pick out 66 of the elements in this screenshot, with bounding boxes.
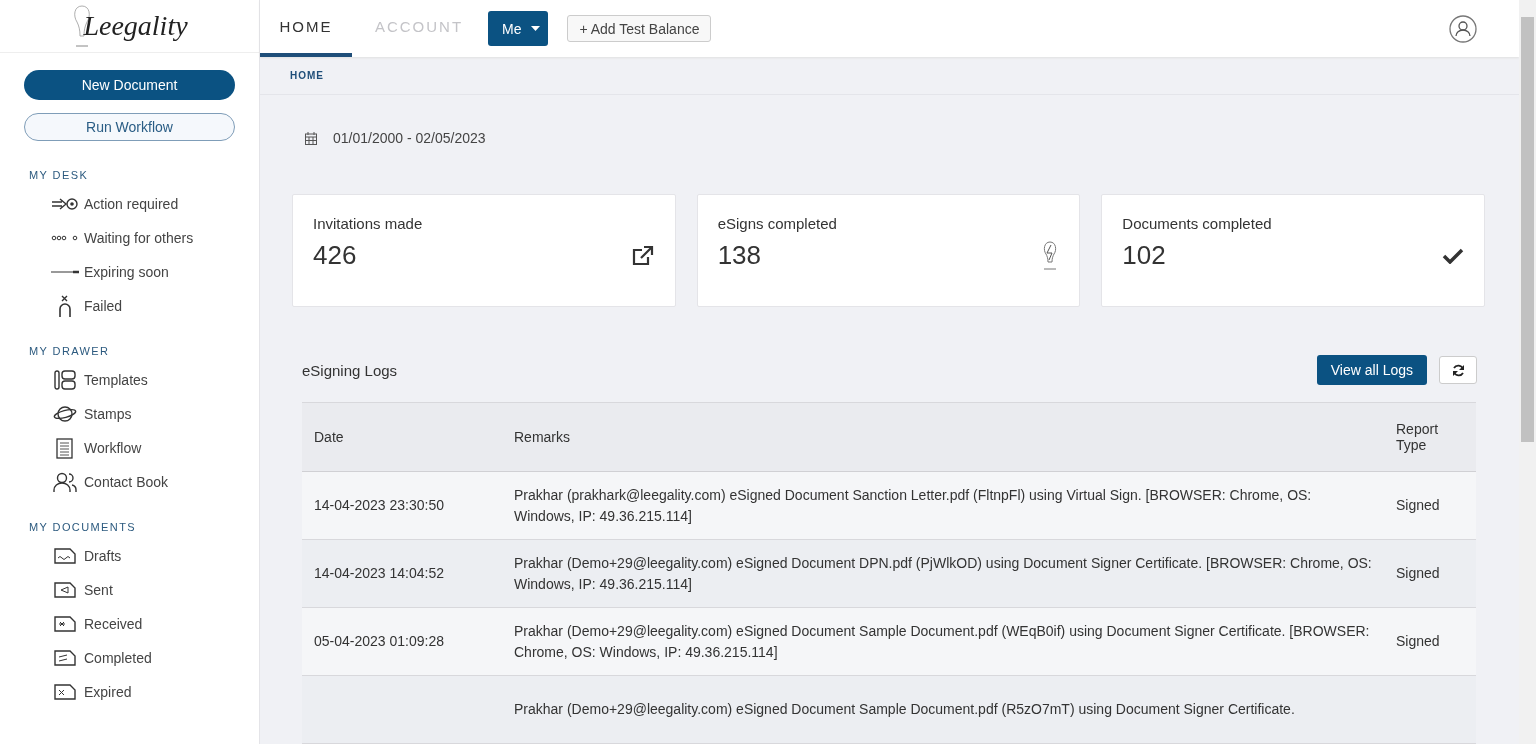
section-title: eSigning Logs [302,361,398,379]
breadcrumb[interactable]: HOME [290,70,324,81]
table-cell: Prakhar (Demo+29@leegality.com) eSigned Document DPN.pdf (PjWlkOD) using Document Signer Certificate. [BROWSER: Chrome, OS: Windows, IP: 49.36.215.114] [514,554,1372,592]
sidebar-item[interactable]: Workflow [0,431,259,465]
sidebar-item[interactable]: Sent [0,573,259,607]
view-all-logs-button[interactable]: View all Logs [1316,355,1427,385]
section-heading: MY DOCUMENTS [28,520,138,535]
cross-person-icon [58,295,72,317]
line-icon [51,270,79,274]
completed-icon [54,650,76,666]
sidebar-item[interactable]: Expiring soon [0,255,259,289]
sidebar-item[interactable]: Action required [0,187,259,221]
stat-label: Documents completed [1122,215,1273,232]
table-cell: 14-04-2023 14:04:52 [314,565,444,581]
sidebar-item[interactable]: Completed [0,641,259,675]
sidebar-item[interactable]: Waiting for others [0,221,259,255]
layout-icon [54,370,76,390]
sent-icon [54,582,76,598]
received-icon [54,616,76,632]
table-cell: 05-04-2023 01:09:28 [314,633,444,649]
check-icon [1442,247,1464,264]
user-menu-button[interactable]: Me [488,11,549,46]
sidebar-item[interactable]: Expired [0,675,259,709]
drafts-icon [54,548,76,564]
sidebar-item[interactable]: Templates [0,363,259,397]
column-header: Report Type [1396,421,1439,453]
globe-icon [53,405,77,423]
external-link-icon [630,244,655,267]
refresh-icon [1451,363,1465,377]
table-cell: Signed [1396,497,1440,513]
document-icon [56,437,74,459]
new-document-button[interactable]: New Document [24,70,235,100]
run-workflow-button[interactable]: Run Workflow [24,113,235,141]
table-cell: Signed [1396,565,1440,581]
scrollbar[interactable] [1519,0,1536,744]
calendar-icon [305,131,317,145]
add-test-balance-button[interactable]: + Add Test Balance [567,15,712,42]
sidebar-item[interactable]: Drafts [0,539,259,573]
sidebar-item[interactable]: Stamps [0,397,259,431]
caret-icon [531,26,541,31]
sidebar-item[interactable]: Contact Book [0,465,259,499]
column-header: Date [314,429,344,445]
date-range[interactable]: 01/01/2000 - 02/05/2023 [333,130,486,146]
arrow-target-icon [51,197,79,211]
stat-value: 102 [1122,240,1166,271]
column-header: Remarks [514,429,570,445]
section-heading: MY DRAWER [28,344,111,359]
table-cell: 14-04-2023 23:30:50 [314,497,444,513]
table-cell: Prakhar (Demo+29@leegality.com) eSigned Document Sample Document.pdf (R5zO7mT) using Document Signer Certificate. [514,701,1295,717]
sidebar-item[interactable]: Received [0,607,259,641]
user-avatar-icon[interactable] [1449,14,1477,43]
refresh-button[interactable] [1439,356,1477,384]
stat-label: eSigns completed [717,215,838,232]
stat-value: 426 [313,240,357,271]
stat-label: Invitations made [313,215,424,232]
table-cell: Prakhar (Demo+29@leegality.com) eSigned Document Sample Document.pdf (WEqB0if) using Document Signer Certificate. [BROWSER: Chrome, OS: Windows, IP: 49.36.215.114] [514,622,1370,660]
people-icon [53,472,77,492]
section-heading: MY DESK [28,168,90,183]
dots-icon [51,235,79,241]
expired-icon [54,684,76,700]
table-cell: Prakhar (prakhark@leegality.com) eSigned Document Sanction Letter.pdf (FltnpFl) using Virtual Sign. [BROWSER: Chrome, OS: Windows, IP: 49.36.215.114] [514,486,1312,524]
stat-value: 138 [717,240,762,271]
logo: Leegality [83,10,188,42]
nav-tab[interactable]: HOME [260,0,352,57]
sidebar-item[interactable]: Failed [0,289,259,323]
table-cell: Signed [1396,633,1440,649]
